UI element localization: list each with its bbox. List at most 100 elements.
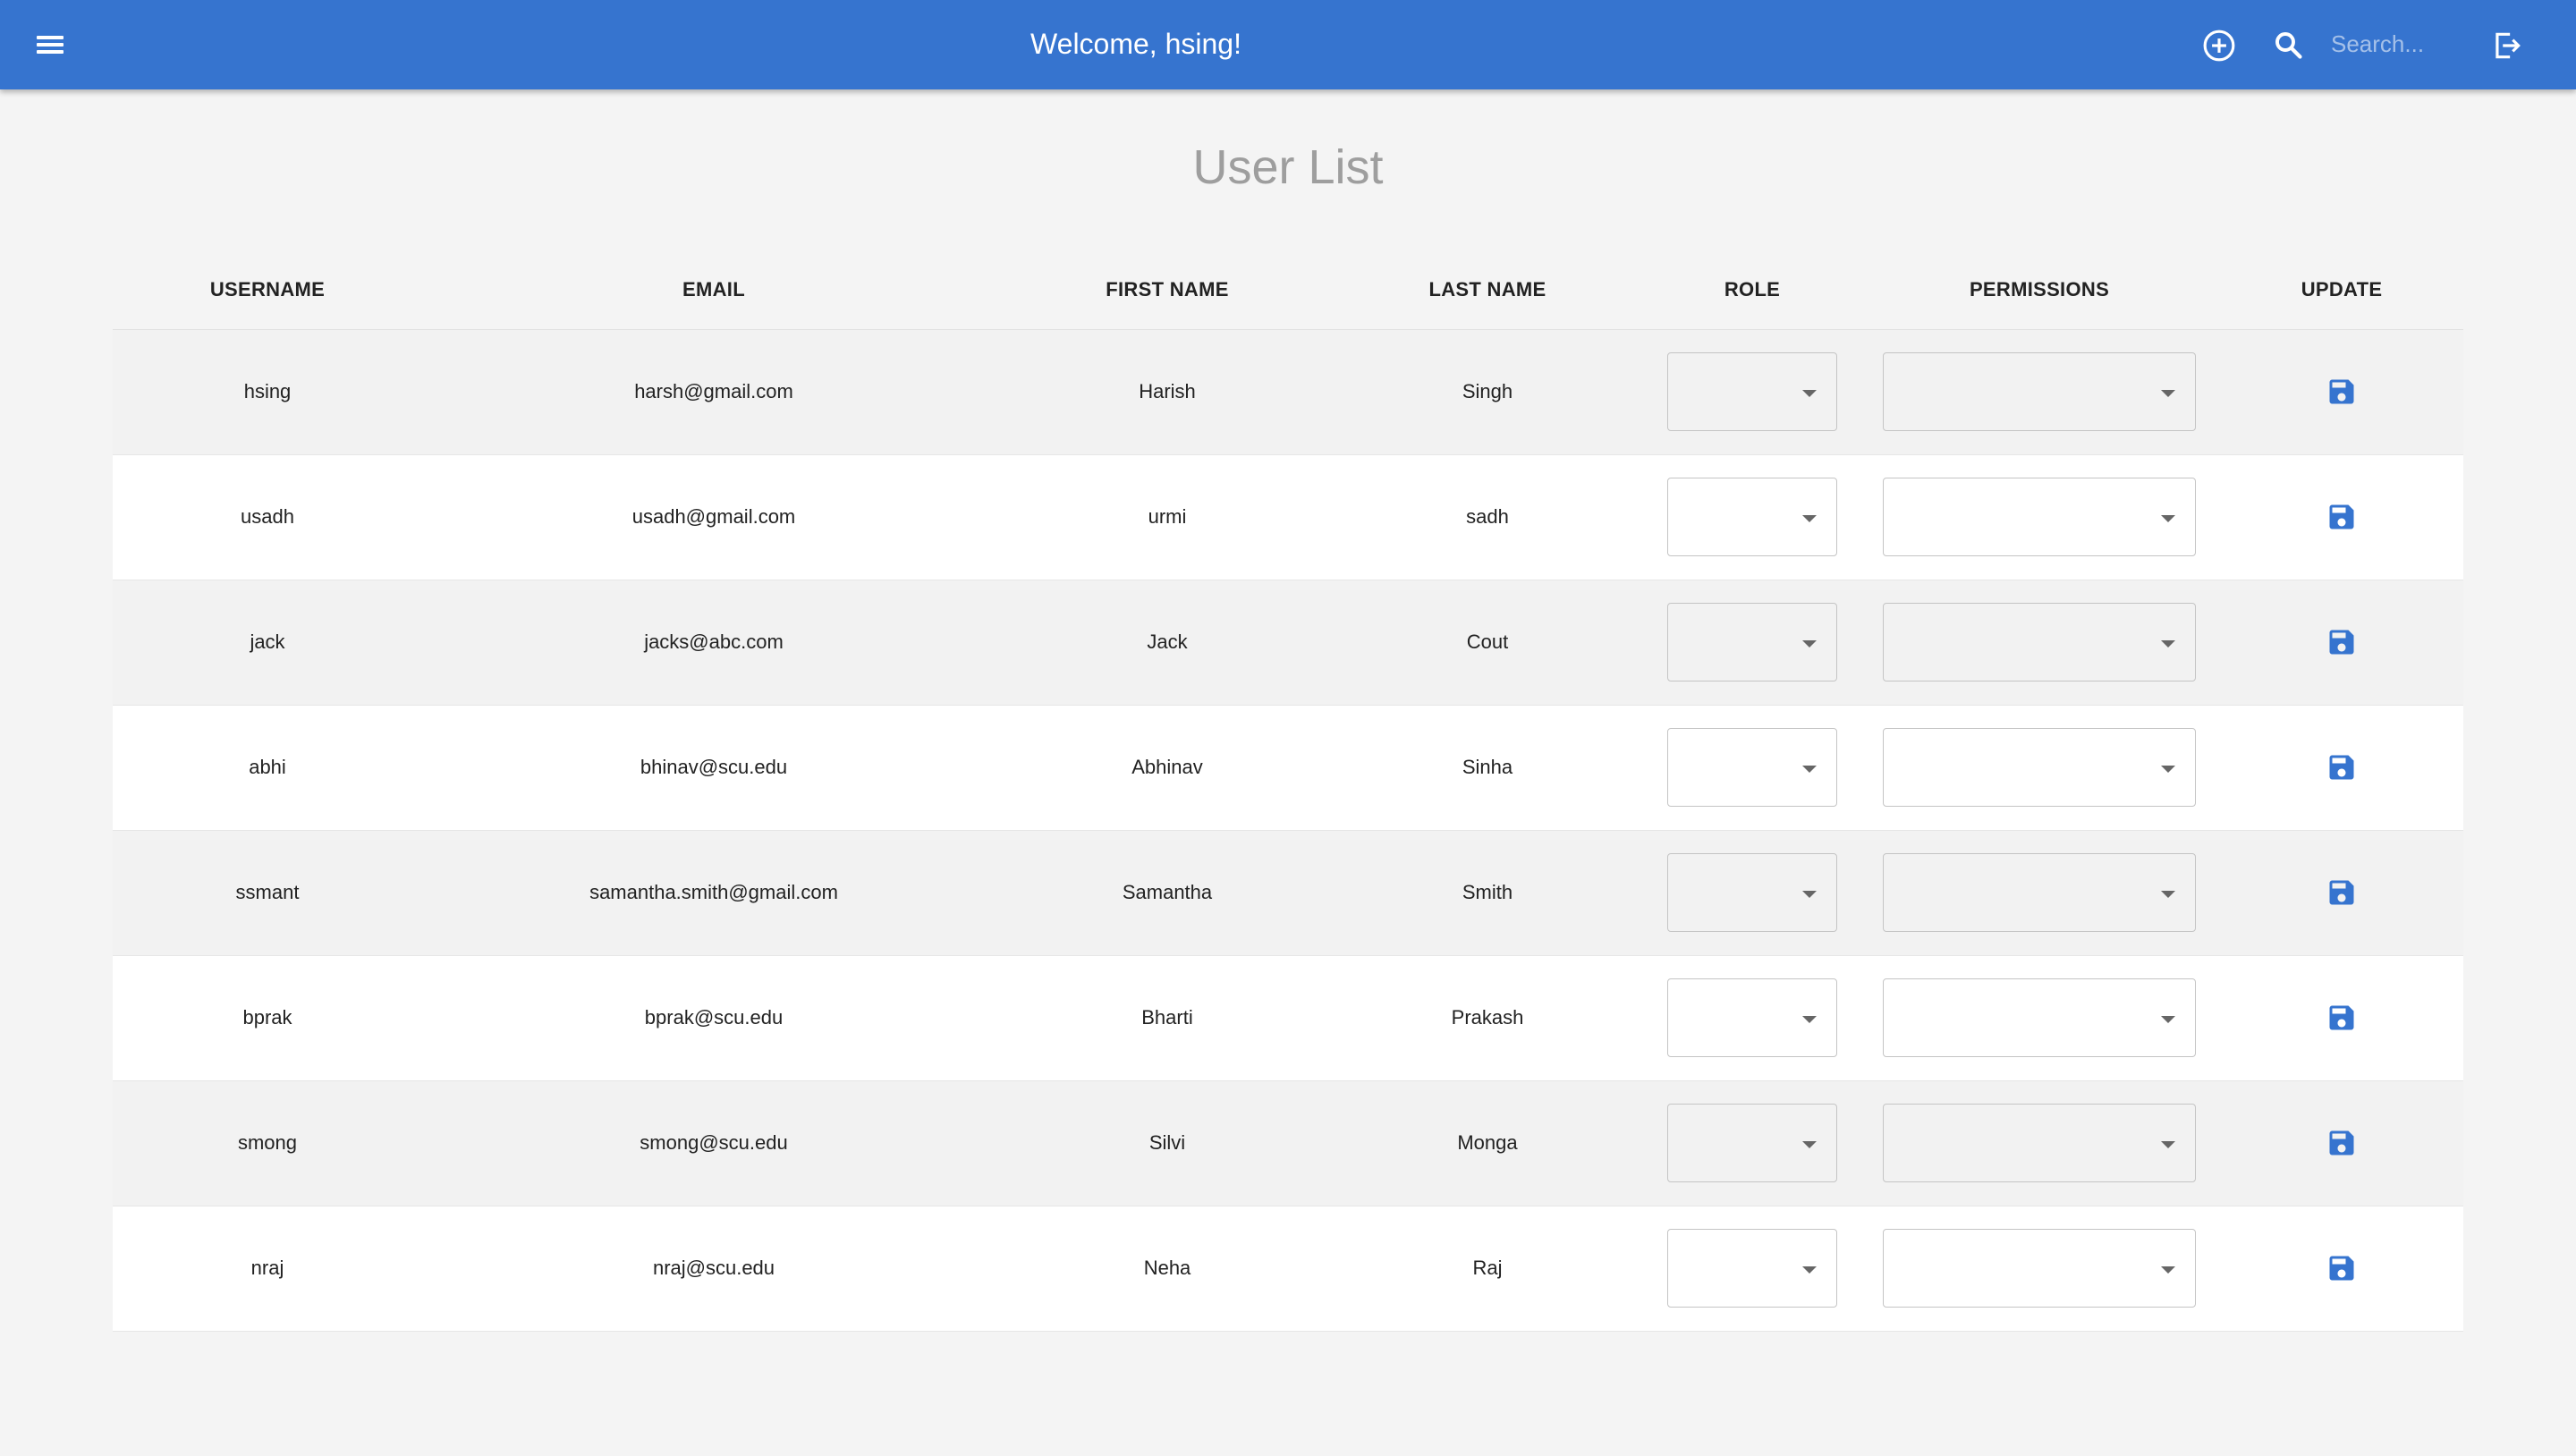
dropdown-arrow-icon <box>2161 1016 2175 1023</box>
role-cell <box>1646 1080 1859 1206</box>
dropdown-arrow-icon <box>1802 1141 1817 1148</box>
last-name-cell: Prakash <box>1329 955 1646 1081</box>
table-row: nraj nraj@scu.edu Neha Raj <box>113 1206 2463 1332</box>
email-cell: nraj@scu.edu <box>422 1206 1005 1332</box>
save-icon[interactable] <box>2326 1127 2358 1159</box>
dropdown-arrow-icon <box>2161 766 2175 773</box>
permissions-cell <box>1859 1206 2220 1332</box>
dropdown-arrow-icon <box>1802 390 1817 397</box>
update-cell <box>2220 705 2463 831</box>
save-icon[interactable] <box>2326 1252 2358 1284</box>
first-name-cell: Silvi <box>1005 1080 1329 1206</box>
search-input[interactable] <box>2331 27 2465 61</box>
username-cell: abhi <box>113 705 422 831</box>
role-cell <box>1646 830 1859 956</box>
search-icon[interactable] <box>2272 29 2304 61</box>
permissions-select[interactable] <box>1883 978 2196 1057</box>
role-select[interactable] <box>1667 478 1837 556</box>
save-icon[interactable] <box>2326 751 2358 783</box>
permissions-select[interactable] <box>1883 478 2196 556</box>
dropdown-arrow-icon <box>2161 515 2175 522</box>
role-cell <box>1646 705 1859 831</box>
last-name-cell: Cout <box>1329 580 1646 706</box>
app-bar: Welcome, hsing! <box>0 0 2576 89</box>
role-select[interactable] <box>1667 352 1837 431</box>
logout-icon[interactable] <box>2490 29 2524 63</box>
update-cell <box>2220 329 2463 455</box>
table-row: ssmant samantha.smith@gmail.com Samantha… <box>113 830 2463 956</box>
username-cell: bprak <box>113 955 422 1081</box>
username-cell: usadh <box>113 454 422 580</box>
email-cell: samantha.smith@gmail.com <box>422 830 1005 956</box>
username-cell: smong <box>113 1080 422 1206</box>
email-cell: jacks@abc.com <box>422 580 1005 706</box>
last-name-cell: Sinha <box>1329 705 1646 831</box>
column-header-first-name[interactable]: FIRST NAME <box>1005 250 1329 329</box>
first-name-cell: Abhinav <box>1005 705 1329 831</box>
column-header-permissions[interactable]: PERMISSIONS <box>1859 250 2220 329</box>
update-cell <box>2220 830 2463 956</box>
username-cell: nraj <box>113 1206 422 1332</box>
save-icon[interactable] <box>2326 626 2358 658</box>
role-select[interactable] <box>1667 728 1837 807</box>
save-icon[interactable] <box>2326 1002 2358 1034</box>
last-name-cell: Raj <box>1329 1206 1646 1332</box>
dropdown-arrow-icon <box>1802 1016 1817 1023</box>
permissions-select[interactable] <box>1883 728 2196 807</box>
permissions-cell <box>1859 580 2220 706</box>
role-cell <box>1646 955 1859 1081</box>
dropdown-arrow-icon <box>1802 891 1817 898</box>
dropdown-arrow-icon <box>2161 891 2175 898</box>
column-header-update[interactable]: UPDATE <box>2220 250 2463 329</box>
email-cell: harsh@gmail.com <box>422 329 1005 455</box>
email-cell: bhinav@scu.edu <box>422 705 1005 831</box>
permissions-select[interactable] <box>1883 1104 2196 1182</box>
permissions-select[interactable] <box>1883 603 2196 681</box>
role-select[interactable] <box>1667 1229 1837 1308</box>
update-cell <box>2220 1080 2463 1206</box>
column-header-email[interactable]: EMAIL <box>422 250 1005 329</box>
role-select[interactable] <box>1667 978 1837 1057</box>
role-select[interactable] <box>1667 603 1837 681</box>
last-name-cell: sadh <box>1329 454 1646 580</box>
first-name-cell: Harish <box>1005 329 1329 455</box>
last-name-cell: Smith <box>1329 830 1646 956</box>
add-circle-icon[interactable] <box>2202 29 2236 63</box>
table-row: hsing harsh@gmail.com Harish Singh <box>113 329 2463 455</box>
first-name-cell: urmi <box>1005 454 1329 580</box>
role-cell <box>1646 329 1859 455</box>
dropdown-arrow-icon <box>1802 1266 1817 1274</box>
table-row: usadh usadh@gmail.com urmi sadh <box>113 454 2463 580</box>
column-header-role[interactable]: ROLE <box>1646 250 1859 329</box>
save-icon[interactable] <box>2326 876 2358 909</box>
permissions-cell <box>1859 705 2220 831</box>
table-row: bprak bprak@scu.edu Bharti Prakash <box>113 955 2463 1081</box>
role-select[interactable] <box>1667 1104 1837 1182</box>
user-table: USERNAME EMAIL FIRST NAME LAST NAME ROLE… <box>113 250 2463 1332</box>
save-icon[interactable] <box>2326 376 2358 408</box>
permissions-select[interactable] <box>1883 352 2196 431</box>
permissions-select[interactable] <box>1883 1229 2196 1308</box>
first-name-cell: Samantha <box>1005 830 1329 956</box>
save-icon[interactable] <box>2326 501 2358 533</box>
table-row: smong smong@scu.edu Silvi Monga <box>113 1080 2463 1206</box>
table-row: jack jacks@abc.com Jack Cout <box>113 580 2463 706</box>
update-cell <box>2220 580 2463 706</box>
column-header-username[interactable]: USERNAME <box>113 250 422 329</box>
role-cell <box>1646 580 1859 706</box>
role-select[interactable] <box>1667 853 1837 932</box>
page-title: User List <box>1192 140 1384 194</box>
role-cell <box>1646 454 1859 580</box>
permissions-cell <box>1859 1080 2220 1206</box>
first-name-cell: Neha <box>1005 1206 1329 1332</box>
permissions-select[interactable] <box>1883 853 2196 932</box>
first-name-cell: Bharti <box>1005 955 1329 1081</box>
dropdown-arrow-icon <box>2161 1141 2175 1148</box>
email-cell: smong@scu.edu <box>422 1080 1005 1206</box>
username-cell: hsing <box>113 329 422 455</box>
email-cell: bprak@scu.edu <box>422 955 1005 1081</box>
table-header-row: USERNAME EMAIL FIRST NAME LAST NAME ROLE… <box>113 250 2463 329</box>
column-header-last-name[interactable]: LAST NAME <box>1329 250 1646 329</box>
dropdown-arrow-icon <box>1802 515 1817 522</box>
permissions-cell <box>1859 955 2220 1081</box>
